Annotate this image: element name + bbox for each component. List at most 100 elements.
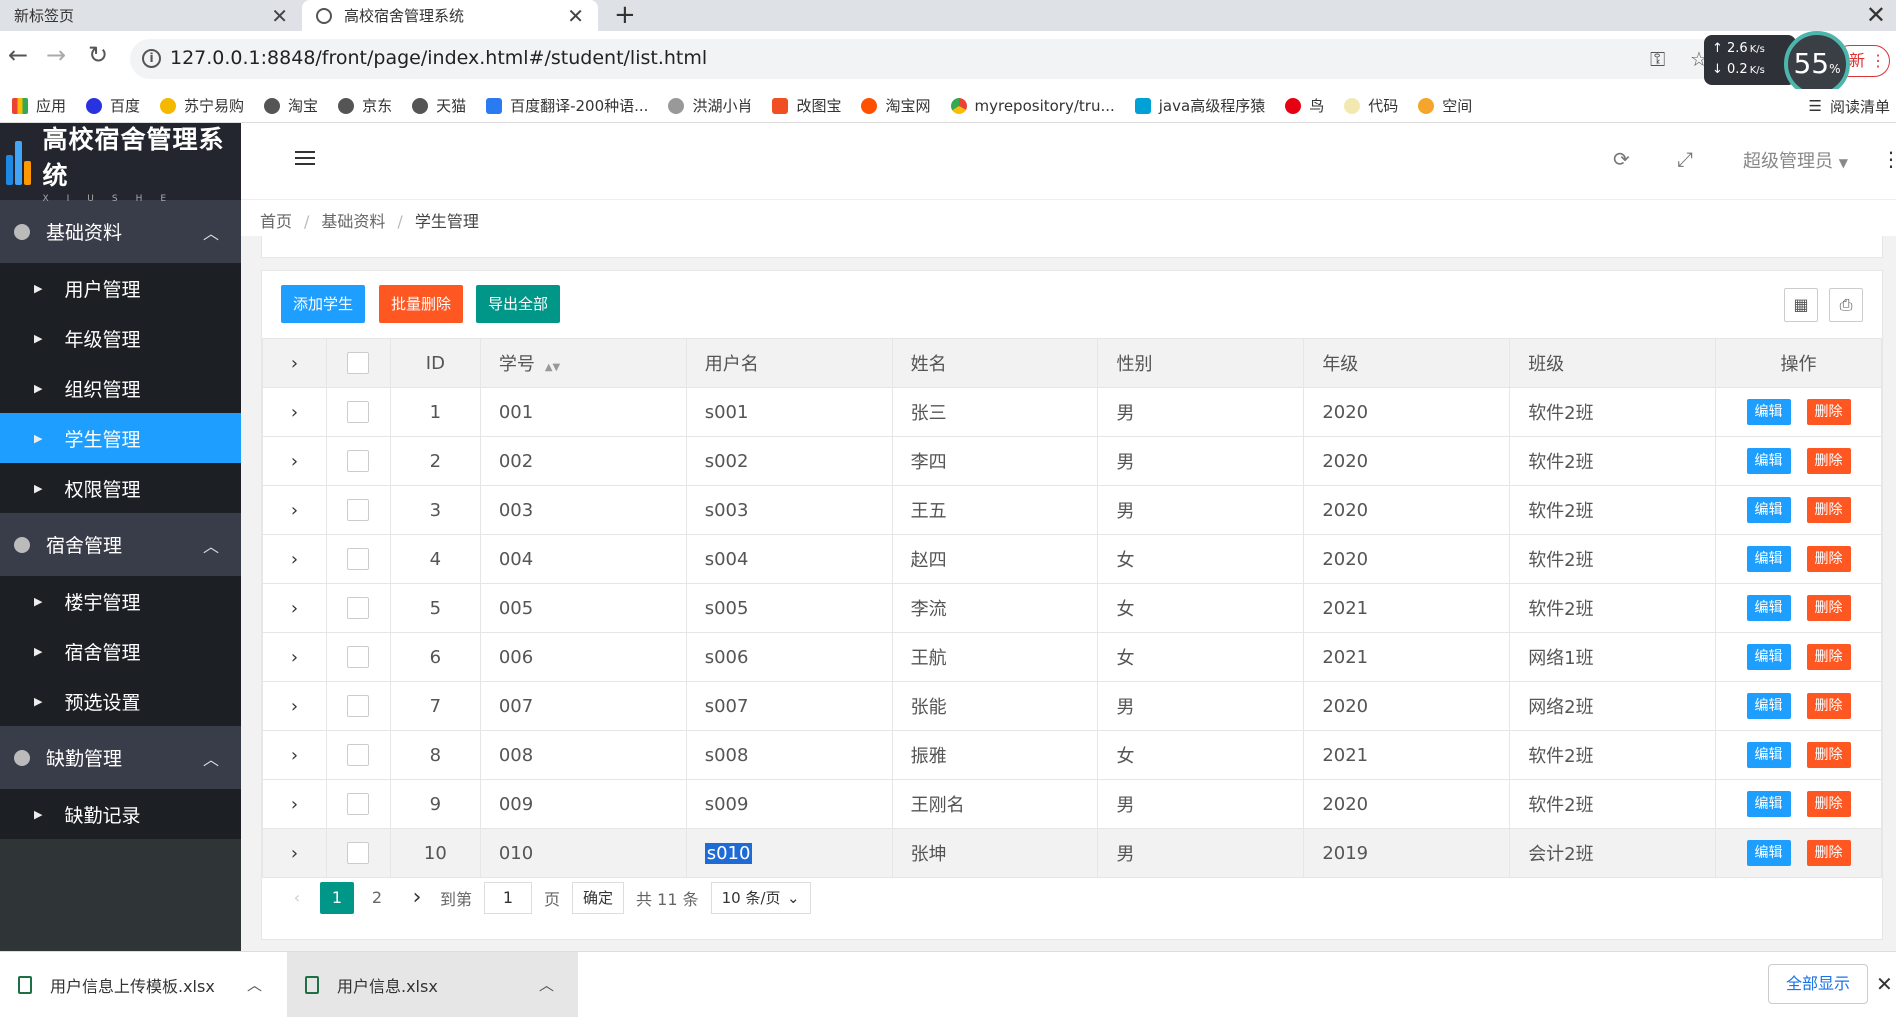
tab-new-tab[interactable]: 新标签页 ✕ — [0, 0, 302, 31]
table-row[interactable]: › 7 007 s007 张能男 2020 网络2班 编辑 删除 — [262, 681, 1882, 731]
table-row[interactable]: › 4 004 s004 赵四女 2020 软件2班 编辑 删除 — [262, 534, 1882, 584]
delete-button[interactable]: 删除 — [1806, 693, 1851, 719]
bookmark-gaitubao[interactable]: 改图宝 — [772, 95, 841, 116]
row-checkbox[interactable] — [347, 695, 370, 717]
row-checkbox[interactable] — [347, 842, 370, 864]
page-2[interactable]: 2 — [360, 882, 394, 914]
breadcrumb-home[interactable]: 首页 — [260, 212, 292, 231]
delete-button[interactable]: 删除 — [1806, 840, 1851, 866]
expand-row-cell[interactable]: › — [262, 681, 327, 731]
column-header-name[interactable]: 姓名 — [891, 338, 1099, 388]
reading-list[interactable]: ☰ 阅读清单 — [1809, 89, 1890, 123]
print-icon[interactable]: ⎙ — [1829, 288, 1863, 322]
row-select-cell[interactable] — [325, 534, 391, 584]
next-page-icon[interactable]: › — [400, 882, 434, 914]
row-select-cell[interactable] — [325, 387, 391, 437]
back-icon[interactable]: ← — [8, 41, 28, 69]
url-bar[interactable]: i 127.0.0.1:8848/front/page/index.html#/… — [130, 39, 1822, 79]
expand-row-cell[interactable]: › — [262, 779, 327, 829]
column-header-gender[interactable]: 性别 — [1097, 338, 1305, 388]
fullscreen-icon[interactable]: ⤢ — [1677, 147, 1693, 171]
row-checkbox[interactable] — [347, 744, 370, 766]
column-header-grade[interactable]: 年级 — [1303, 338, 1511, 388]
table-row[interactable]: › 9 009 s009 王刚名男 2020 软件2班 编辑 删除 — [262, 779, 1882, 829]
expand-row-cell[interactable]: › — [262, 583, 327, 633]
table-row[interactable]: › 1 001 s001 张三男 2020 软件2班 编辑 删除 — [262, 387, 1882, 437]
delete-button[interactable]: 删除 — [1806, 546, 1851, 572]
delete-button[interactable]: 删除 — [1806, 448, 1851, 474]
table-row[interactable]: › 8 008 s008 振雅女 2021 软件2班 编辑 删除 — [262, 730, 1882, 780]
more-vertical-icon[interactable]: ⋮ — [1881, 147, 1896, 171]
table-row[interactable]: › 2 002 s002 李四男 2020 软件2班 编辑 删除 — [262, 436, 1882, 486]
bookmark-myrepository[interactable]: myrepository/tru... — [950, 97, 1115, 115]
sidebar-item-dorms[interactable]: ▶ 宿舍管理 — [0, 626, 241, 676]
close-icon[interactable]: ✕ — [271, 4, 288, 28]
bookmark-space[interactable]: 空间 — [1418, 95, 1472, 116]
edit-button[interactable]: 编辑 — [1746, 644, 1791, 670]
edit-button[interactable]: 编辑 — [1746, 693, 1791, 719]
close-icon[interactable]: ✕ — [1876, 972, 1893, 996]
bookmark-bird[interactable]: 鸟 — [1285, 95, 1324, 116]
expand-row-cell[interactable]: › — [262, 436, 327, 486]
expand-row-cell[interactable]: › — [262, 485, 327, 535]
edit-button[interactable]: 编辑 — [1746, 399, 1791, 425]
page-1[interactable]: 1 — [320, 882, 354, 914]
expand-all-cell[interactable]: › — [262, 338, 327, 388]
row-select-cell[interactable] — [325, 730, 391, 780]
delete-button[interactable]: 删除 — [1806, 399, 1851, 425]
delete-button[interactable]: 删除 — [1806, 595, 1851, 621]
edit-button[interactable]: 编辑 — [1746, 448, 1791, 474]
download-item[interactable]: 用户信息.xlsx ︿ — [287, 952, 578, 1017]
delete-button[interactable]: 删除 — [1806, 644, 1851, 670]
column-header-id[interactable]: ID — [389, 338, 481, 388]
edit-button[interactable]: 编辑 — [1746, 546, 1791, 572]
row-select-cell[interactable] — [325, 436, 391, 486]
row-checkbox[interactable] — [347, 450, 370, 472]
sort-icon[interactable]: ▲▼ — [545, 362, 560, 373]
bookmark-code[interactable]: 代码 — [1344, 95, 1398, 116]
expand-row-cell[interactable]: › — [262, 387, 327, 437]
expand-row-cell[interactable]: › — [262, 534, 327, 584]
download-item[interactable]: 用户信息上传模板.xlsx ︿ — [0, 952, 286, 1017]
breadcrumb-basic[interactable]: 基础资料 — [321, 212, 385, 231]
bookmark-honghu[interactable]: 洪湖小肖 — [668, 95, 752, 116]
row-checkbox[interactable] — [347, 646, 370, 668]
nav-group-basic[interactable]: 基础资料 ︿ — [0, 200, 241, 263]
export-all-button[interactable]: 导出全部 — [476, 285, 561, 323]
row-select-cell[interactable] — [325, 681, 391, 731]
sidebar-item-students[interactable]: ▶ 学生管理 — [0, 413, 241, 463]
page-size-select[interactable]: 10 条/页 ⌄ — [710, 882, 811, 914]
row-checkbox[interactable] — [347, 548, 370, 570]
row-select-cell[interactable] — [325, 632, 391, 682]
row-checkbox[interactable] — [347, 401, 370, 423]
new-tab-icon[interactable]: + — [614, 0, 636, 31]
bookmark-tmall[interactable]: 天猫 — [412, 95, 466, 116]
sidebar-item-users[interactable]: ▶ 用户管理 — [0, 263, 241, 313]
table-row[interactable]: › 6 006 s006 王航女 2021 网络1班 编辑 删除 — [262, 632, 1882, 682]
reload-icon[interactable]: ↻ — [88, 41, 108, 69]
edit-button[interactable]: 编辑 — [1746, 497, 1791, 523]
edit-button[interactable]: 编辑 — [1746, 595, 1791, 621]
sidebar-item-grades[interactable]: ▶ 年级管理 — [0, 313, 241, 363]
column-header-username[interactable]: 用户名 — [685, 338, 893, 388]
column-header-class[interactable]: 班级 — [1509, 338, 1717, 388]
select-all-checkbox[interactable] — [347, 352, 370, 374]
goto-confirm-button[interactable]: 确定 — [572, 882, 625, 914]
edit-button[interactable]: 编辑 — [1746, 791, 1791, 817]
row-checkbox[interactable] — [347, 793, 370, 815]
sidebar-item-absence-records[interactable]: ▶ 缺勤记录 — [0, 789, 241, 839]
column-header-student-no[interactable]: 学号 ▲▼ — [479, 338, 687, 388]
bookmark-jd[interactable]: 京东 — [338, 95, 392, 116]
batch-delete-button[interactable]: 批量删除 — [379, 285, 464, 323]
bookmark-baidu-translate[interactable]: 百度翻译-200种语... — [486, 95, 648, 116]
chevron-up-icon[interactable]: ︿ — [539, 974, 554, 995]
row-select-cell[interactable] — [325, 779, 391, 829]
key-icon[interactable]: ⚿ — [1650, 47, 1665, 71]
nav-group-absence[interactable]: 缺勤管理 ︿ — [0, 726, 241, 789]
add-student-button[interactable]: 添加学生 — [281, 285, 366, 323]
bookmark-java[interactable]: java高级程序猿 — [1134, 95, 1265, 116]
prev-page-icon[interactable]: ‹ — [280, 882, 314, 914]
chevron-up-icon[interactable]: ︿ — [247, 974, 262, 995]
row-checkbox[interactable] — [347, 499, 370, 521]
delete-button[interactable]: 删除 — [1806, 742, 1851, 768]
